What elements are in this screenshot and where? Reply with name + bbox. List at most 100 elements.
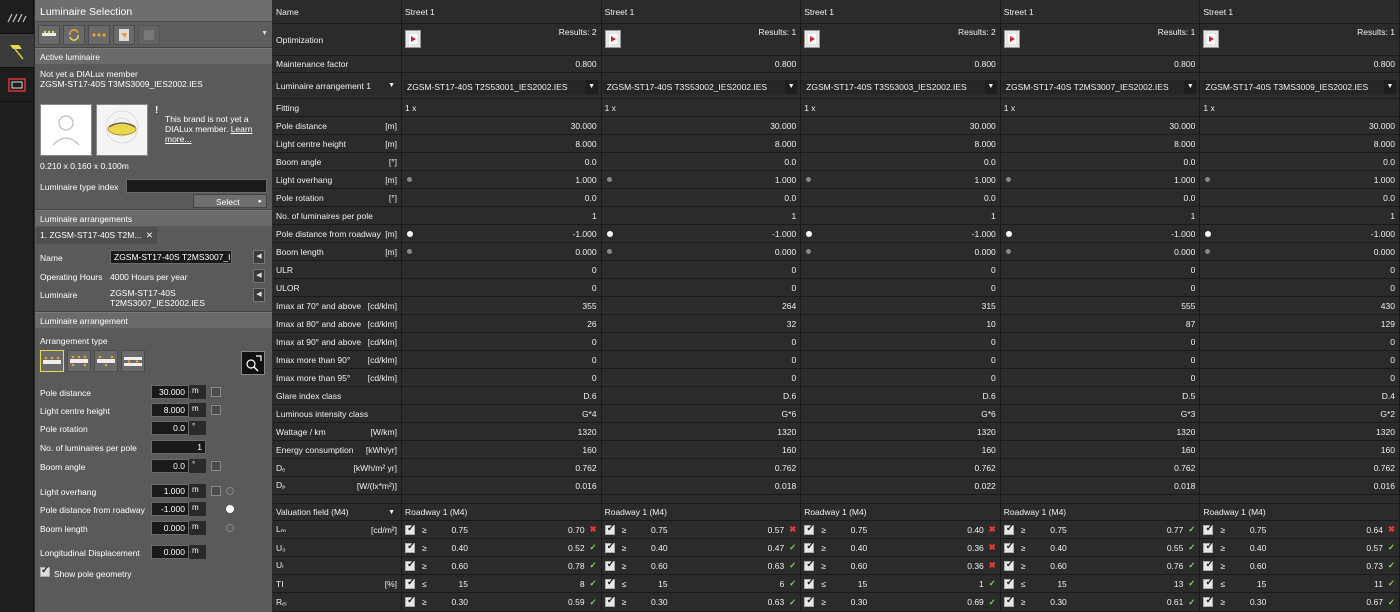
chevron-down-icon[interactable]: ▼	[785, 80, 798, 94]
luminaire-select[interactable]: ZGSM-ST17-40S T3MS3009_IES2002.IES ▼	[1202, 80, 1397, 94]
arrangement-type-central[interactable]	[121, 350, 145, 372]
grid-cell-optimization[interactable]: Results: 1	[1200, 24, 1400, 55]
criterion-checkbox[interactable]	[1203, 541, 1214, 553]
criterion-checkbox[interactable]	[1203, 559, 1214, 571]
criterion-checkbox[interactable]	[1003, 577, 1014, 589]
light-overhang-input[interactable]: 1.000	[151, 484, 189, 498]
criterion-checkbox[interactable]	[804, 577, 815, 589]
position-radio[interactable]	[1205, 249, 1211, 254]
light-centre-height-lock-checkbox[interactable]	[211, 405, 221, 415]
light-centre-height-input[interactable]: 8.000	[151, 403, 189, 417]
position-radio[interactable]	[1005, 249, 1011, 254]
pole-rotation-input[interactable]: 0.0	[151, 421, 189, 435]
pole-distance-roadway-input[interactable]: -1.000	[151, 502, 189, 516]
show-pole-geometry-checkbox[interactable]: ✓	[40, 565, 50, 577]
arrangement-type-single-side[interactable]	[40, 350, 64, 372]
light-overhang-radio[interactable]	[226, 487, 234, 495]
chevron-down-icon[interactable]: ▼	[984, 80, 997, 94]
criterion-checkbox[interactable]	[405, 523, 415, 535]
criterion-checkbox[interactable]	[604, 559, 615, 571]
longitudinal-displacement-input[interactable]: 0.000	[151, 545, 189, 559]
grid-cell-optimization[interactable]: Results: 2	[402, 24, 602, 55]
chevron-down-icon[interactable]: ▼	[1184, 80, 1197, 94]
luminaire-properties-button[interactable]	[138, 24, 160, 45]
boom-length-radio[interactable]	[226, 524, 234, 532]
grid-cell-arrangement[interactable]: ZGSM-ST17-40S T3MS3009_IES2002.IES ▼	[1200, 73, 1400, 98]
luminaire-select[interactable]: ZGSM-ST17-40S T3S53003_IES2002.IES ▼	[803, 80, 998, 94]
criterion-checkbox[interactable]	[1203, 523, 1214, 535]
arrangement-name-input[interactable]: ZGSM-ST17-40S T2MS3007_IE	[110, 250, 232, 264]
boom-length-input[interactable]: 0.000	[151, 521, 189, 535]
position-radio[interactable]	[1005, 177, 1011, 182]
criterion-checkbox[interactable]	[1003, 559, 1014, 571]
rotate-arrangement-button[interactable]	[63, 24, 85, 45]
luminaires-per-pole-input[interactable]: 1	[151, 440, 206, 454]
luminaire-select[interactable]: ZGSM-ST17-40S T2MS3007_IES2002.IES ▼	[1002, 80, 1198, 94]
pole-distance-input[interactable]: 30.000	[151, 385, 189, 399]
luminaire-collapse-button[interactable]: ◀	[253, 288, 265, 302]
criterion-checkbox[interactable]	[604, 577, 615, 589]
zoom-geometry-button[interactable]	[241, 351, 265, 375]
boom-angle-input[interactable]: 0.0	[151, 459, 189, 473]
position-radio[interactable]	[407, 230, 413, 237]
single-row-arrangement-button[interactable]	[38, 24, 60, 45]
luminaire-select[interactable]: ZGSM-ST17-40S T2S53001_IES2002.IES ▼	[404, 80, 599, 94]
grid-cell-arrangement[interactable]: ZGSM-ST17-40S T2S53001_IES2002.IES ▼	[402, 73, 602, 98]
pole-distance-roadway-radio[interactable]	[226, 505, 234, 513]
criterion-checkbox[interactable]	[604, 523, 615, 535]
criterion-checkbox[interactable]	[405, 559, 415, 571]
criterion-checkbox[interactable]	[604, 541, 615, 553]
position-radio[interactable]	[806, 177, 812, 182]
arrangement-tab-1[interactable]: 1. ZGSM-ST17-40S T2M... ✕	[36, 227, 157, 244]
criterion-checkbox[interactable]	[1203, 595, 1214, 607]
criterion-checkbox[interactable]	[804, 541, 815, 553]
select-button[interactable]: Select ▸	[193, 194, 267, 208]
criterion-checkbox[interactable]	[604, 595, 615, 607]
position-radio[interactable]	[407, 177, 412, 182]
criterion-checkbox[interactable]	[804, 595, 815, 607]
criterion-checkbox[interactable]	[804, 523, 815, 535]
position-radio[interactable]	[806, 249, 812, 254]
luminaire-file-button[interactable]	[113, 24, 135, 45]
run-optimization-button[interactable]	[804, 30, 821, 48]
rail-streets-button[interactable]	[0, 0, 34, 34]
criterion-checkbox[interactable]	[1203, 577, 1214, 589]
position-radio[interactable]	[606, 177, 612, 182]
grid-cell-arrangement[interactable]: ZGSM-ST17-40S T3S53003_IES2002.IES ▼	[801, 73, 1001, 98]
luminaire-select[interactable]: ZGSM-ST17-40S T3S53002_IES2002.IES ▼	[603, 80, 799, 94]
criterion-checkbox[interactable]	[1003, 595, 1014, 607]
grid-cell-arrangement[interactable]: ZGSM-ST17-40S T3S53002_IES2002.IES ▼	[602, 73, 802, 98]
position-radio[interactable]	[407, 249, 412, 254]
position-radio[interactable]	[1205, 177, 1211, 182]
grid-cell-optimization[interactable]: Results: 2	[801, 24, 1001, 55]
criterion-checkbox[interactable]	[1003, 523, 1014, 535]
hours-collapse-button[interactable]: ◀	[253, 269, 265, 283]
position-radio[interactable]	[606, 249, 612, 254]
grid-cell-optimization[interactable]: Results: 1	[1001, 24, 1201, 55]
run-optimization-button[interactable]	[1203, 30, 1220, 48]
run-optimization-button[interactable]	[405, 30, 421, 48]
criterion-checkbox[interactable]	[1003, 541, 1014, 553]
row-dropdown-icon[interactable]: ▼	[388, 82, 395, 89]
light-overhang-lock-checkbox[interactable]	[211, 486, 221, 496]
run-optimization-button[interactable]	[1003, 30, 1020, 48]
toolbar-dropdown-icon[interactable]: ▼	[261, 30, 268, 37]
grid-cell-arrangement[interactable]: ZGSM-ST17-40S T2MS3007_IES2002.IES ▼	[1001, 73, 1201, 98]
position-radio[interactable]	[806, 230, 813, 237]
boom-angle-lock-checkbox[interactable]	[211, 461, 221, 471]
rail-luminaire-button[interactable]	[0, 34, 34, 68]
criterion-checkbox[interactable]	[405, 577, 415, 589]
arrangement-type-double-side[interactable]	[67, 350, 91, 372]
row-dropdown-icon[interactable]: ▼	[388, 509, 395, 516]
chevron-down-icon[interactable]: ▼	[1383, 80, 1396, 94]
grid-cell-optimization[interactable]: Results: 1	[602, 24, 802, 55]
type-index-input[interactable]	[126, 179, 267, 193]
position-radio[interactable]	[1005, 230, 1012, 237]
close-tab-icon[interactable]: ✕	[146, 230, 153, 241]
name-collapse-button[interactable]: ◀	[253, 250, 265, 264]
position-radio[interactable]	[1205, 230, 1212, 237]
position-radio[interactable]	[606, 230, 613, 237]
rail-view-button[interactable]	[0, 68, 34, 102]
luminaire-row-button[interactable]	[88, 24, 110, 45]
pole-distance-lock-checkbox[interactable]	[211, 387, 221, 397]
